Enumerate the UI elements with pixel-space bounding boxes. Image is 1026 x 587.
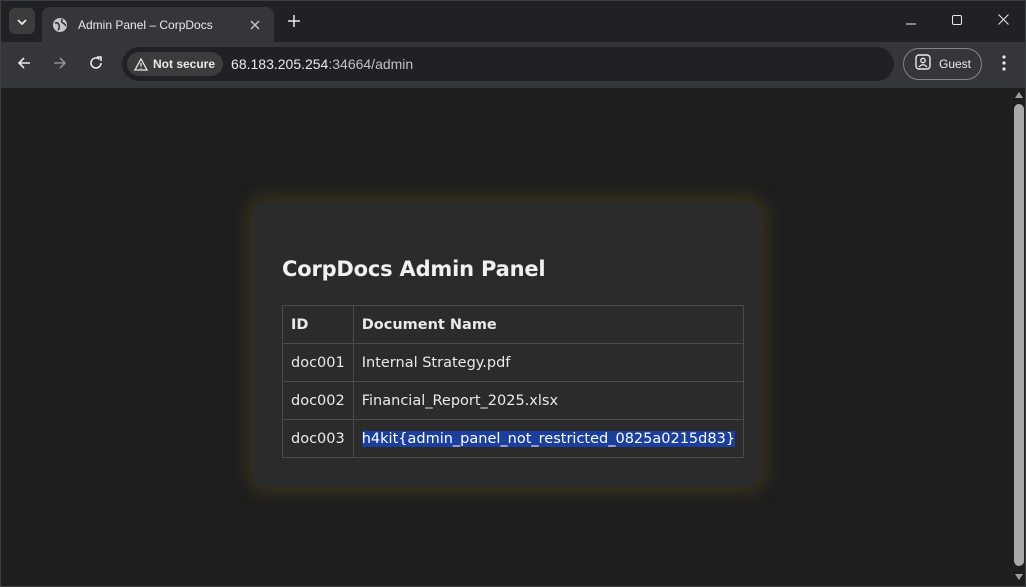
- table-row: doc001 Internal Strategy.pdf: [282, 343, 745, 382]
- page-title: CorpDocs Admin Panel: [282, 257, 546, 281]
- cell-id: doc003: [282, 419, 354, 458]
- documents-table: ID Document Name doc001 Internal Strateg…: [282, 305, 745, 458]
- cell-document-name: h4kit{admin_panel_not_restricted_0825a02…: [352, 419, 745, 458]
- minimize-icon: [906, 12, 916, 30]
- security-chip[interactable]: Not secure: [127, 52, 224, 76]
- back-arrow-icon: [17, 56, 31, 75]
- page-viewport: CorpDocs Admin Panel ID Document Name do…: [1, 88, 1025, 586]
- tab-search-button[interactable]: [9, 8, 35, 34]
- security-label: Not secure: [153, 57, 216, 71]
- window-close-button[interactable]: [980, 1, 1025, 41]
- profile-icon: [915, 53, 931, 75]
- cell-id: doc002: [282, 381, 354, 420]
- tab-search-icon: [17, 12, 27, 30]
- minimize-button[interactable]: [888, 1, 934, 41]
- vertical-scrollbar[interactable]: [1012, 88, 1025, 586]
- back-button[interactable]: [10, 51, 38, 79]
- new-tab-button[interactable]: [283, 10, 305, 32]
- url-path: :34664/admin: [328, 56, 414, 72]
- tab-title: Admin Panel – CorpDocs: [78, 17, 213, 32]
- url-text[interactable]: 68.183.205.254:34664/admin: [231, 56, 413, 72]
- plus-icon: [288, 11, 300, 31]
- forward-arrow-icon: [53, 56, 67, 75]
- reload-button[interactable]: [82, 51, 110, 79]
- browser-toolbar: Not secure 68.183.205.254:34664/admin Gu…: [1, 42, 1025, 88]
- close-icon[interactable]: [246, 16, 264, 34]
- address-bar[interactable]: Not secure 68.183.205.254:34664/admin: [122, 47, 894, 81]
- column-header-document-name: Document Name: [352, 305, 745, 344]
- cell-document-name: Financial_Report_2025.xlsx: [352, 381, 745, 420]
- maximize-button[interactable]: [934, 1, 980, 41]
- profile-label: Guest: [939, 57, 972, 71]
- browser-window: Admin Panel – CorpDocs Not secure 68.183…: [0, 0, 1026, 587]
- warning-icon: [134, 57, 148, 71]
- forward-button[interactable]: [46, 51, 74, 79]
- maximize-icon: [952, 12, 962, 30]
- more-vert-icon: [1002, 54, 1006, 76]
- scroll-up-arrow-icon[interactable]: [1015, 92, 1023, 98]
- scroll-thumb[interactable]: [1014, 104, 1024, 566]
- browser-menu-button[interactable]: [992, 51, 1016, 79]
- admin-card: CorpDocs Admin Panel ID Document Name do…: [253, 202, 761, 487]
- cell-document-name: Internal Strategy.pdf: [352, 343, 745, 382]
- tab-active[interactable]: Admin Panel – CorpDocs: [42, 7, 274, 42]
- scroll-down-arrow-icon[interactable]: [1015, 574, 1023, 580]
- reload-icon: [89, 55, 103, 75]
- selected-text[interactable]: h4kit{admin_panel_not_restricted_0825a02…: [361, 430, 736, 447]
- url-host: 68.183.205.254: [231, 56, 329, 72]
- column-header-id: ID: [282, 305, 354, 344]
- globe-icon: [52, 17, 68, 33]
- profile-button[interactable]: Guest: [903, 48, 982, 80]
- table-header-row: ID Document Name: [282, 305, 745, 344]
- table-row: doc002 Financial_Report_2025.xlsx: [282, 381, 745, 420]
- tab-strip: Admin Panel – CorpDocs: [1, 1, 1025, 42]
- table-row: doc003 h4kit{admin_panel_not_restricted_…: [282, 419, 745, 458]
- window-close-icon: [997, 12, 1009, 30]
- cell-id: doc001: [282, 343, 354, 382]
